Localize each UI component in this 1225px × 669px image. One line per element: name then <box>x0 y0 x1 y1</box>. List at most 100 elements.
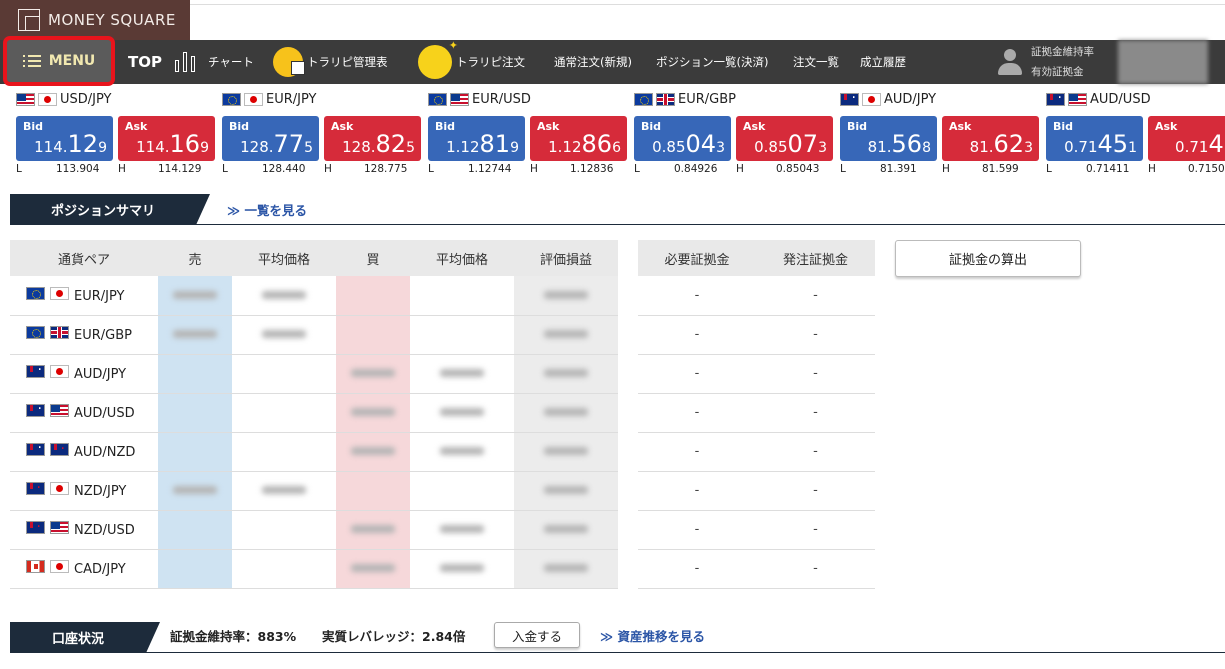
value-cell <box>410 354 514 394</box>
table-row[interactable]: AUD/NZD <box>10 432 618 472</box>
redacted-value <box>544 408 588 416</box>
nav-chart[interactable]: チャート <box>173 40 254 84</box>
value-cell <box>410 315 514 355</box>
redacted-value <box>544 525 588 533</box>
eu-flag-icon <box>428 93 447 106</box>
asset-history-link[interactable]: ≫ 資産推移を見る <box>600 626 705 645</box>
redacted-value <box>351 564 395 572</box>
bid-price-button[interactable]: Bid 0.85043 <box>634 116 731 161</box>
ask-price: 128.825 <box>342 130 415 158</box>
value-cell <box>410 276 514 316</box>
view-all-link[interactable]: ≫ 一覧を見る <box>227 200 307 219</box>
table-row[interactable]: EUR/GBP <box>10 315 618 355</box>
nav-trarip-order[interactable]: トラリピ注文 <box>418 39 525 84</box>
bid-price-button[interactable]: Bid 1.12819 <box>428 116 525 161</box>
pair-cell: AUD/JPY <box>10 354 158 394</box>
table-row[interactable]: EUR/JPY <box>10 276 618 316</box>
ask-price: 0.85073 <box>754 130 827 158</box>
header-pair: 通貨ペア <box>10 240 158 276</box>
redacted-value <box>544 330 588 338</box>
ask-price-button[interactable]: Ask0.7149 <box>1148 116 1225 161</box>
menu-button[interactable]: MENU <box>3 36 115 86</box>
redacted-value <box>440 525 484 533</box>
nav-trarip-table[interactable]: トラリピ管理表 <box>273 40 388 84</box>
nav-orders[interactable]: 注文一覧 <box>793 40 839 84</box>
logo-icon <box>18 9 40 31</box>
value-cell <box>410 432 514 472</box>
bid-price-button[interactable]: Bid 81.568 <box>840 116 937 161</box>
rate-card[interactable]: EUR/USD Bid 1.12819 Ask 1.12866 L 1.12744 H 1.12… <box>412 90 627 180</box>
user-icon <box>995 47 1025 77</box>
required-margin-cell: - <box>638 276 756 316</box>
ask-price-button[interactable]: Ask 0.85073 <box>736 116 833 161</box>
pair-cell: EUR/JPY <box>10 276 158 316</box>
value-cell <box>158 315 232 355</box>
value-cell <box>158 510 232 550</box>
value-cell <box>158 393 232 433</box>
brand-name: MONEY SQUARE <box>48 11 176 29</box>
ask-price-button[interactable]: Ask 114.169 <box>118 116 215 161</box>
value-cell <box>410 393 514 433</box>
pair-name: EUR/USD <box>428 92 531 107</box>
pair-name: AUD/USD <box>1046 92 1151 107</box>
rate-card[interactable]: EUR/GBP Bid 0.85043 Ask 0.85073 L 0.84926 H 0.85… <box>618 90 833 180</box>
redacted-value <box>544 447 588 455</box>
table-row: -- <box>638 549 875 589</box>
value-cell <box>336 510 410 550</box>
redacted-value <box>262 330 306 338</box>
table-row[interactable]: NZD/USD <box>10 510 618 550</box>
ask-price: 1.12866 <box>548 130 621 158</box>
deposit-button[interactable]: 入金する <box>494 622 580 648</box>
required-margin-cell: - <box>638 549 756 589</box>
bid-price-button[interactable]: Bid 128.775 <box>222 116 319 161</box>
us-flag-icon <box>1068 93 1087 106</box>
rate-panel: USD/JPY Bid 114.129 Ask 114.169 L 113.904 H 114.… <box>0 90 1225 180</box>
us-flag-icon <box>50 521 69 534</box>
table-row[interactable]: NZD/JPY <box>10 471 618 511</box>
nav-history[interactable]: 成立履歴 <box>860 40 906 84</box>
redacted-value <box>173 486 217 494</box>
redacted-value <box>440 447 484 455</box>
redacted-value <box>544 290 588 299</box>
table-row[interactable]: AUD/USD <box>10 393 618 433</box>
value-cell <box>514 432 618 472</box>
nz-flag-icon <box>26 482 45 495</box>
header-pl: 評価損益 <box>514 240 618 276</box>
jp-flag-icon <box>862 93 881 106</box>
bid-price: 0.71451 <box>1064 130 1137 158</box>
ask-price: 81.623 <box>969 130 1033 158</box>
table-row[interactable]: AUD/JPY <box>10 354 618 394</box>
nav-positions[interactable]: ポジション一覧(決済) <box>656 40 768 84</box>
rate-card[interactable]: USD/JPY Bid 114.129 Ask 114.169 L 113.904 H 114.… <box>0 90 215 180</box>
calc-margin-button[interactable]: 証拠金の算出 <box>895 240 1081 277</box>
rate-card[interactable]: AUD/USDBid0.71451Ask0.7149L0.71411H0.715… <box>1030 90 1225 180</box>
bid-price-button[interactable]: Bid 114.129 <box>16 116 113 161</box>
brand-logo[interactable]: MONEY SQUARE <box>0 0 190 40</box>
table-row: -- <box>638 471 875 511</box>
rate-card[interactable]: EUR/JPY Bid 128.775 Ask 128.825 L 128.440 H 128.… <box>206 90 421 180</box>
value-cell <box>336 471 410 511</box>
bid-price: 114.129 <box>34 130 107 158</box>
nav-top[interactable]: TOP <box>128 40 162 84</box>
header-required-margin: 必要証拠金 <box>638 240 756 276</box>
au-flag-icon <box>1046 93 1065 106</box>
margin-rate-value: 証拠金維持率：883% <box>170 629 297 644</box>
ask-price-button[interactable]: Ask 1.12866 <box>530 116 627 161</box>
value-cell <box>410 549 514 589</box>
table-row[interactable]: CAD/JPY <box>10 549 618 589</box>
effective-margin-label: 有効証拠金 <box>1031 66 1084 78</box>
nav-normal-order[interactable]: 通常注文(新規) <box>554 40 632 84</box>
value-cell <box>232 549 336 589</box>
pair-cell: CAD/JPY <box>10 549 158 589</box>
header-order-margin: 発注証拠金 <box>756 240 875 276</box>
redacted-value <box>351 525 395 533</box>
required-margin-cell: - <box>638 432 756 472</box>
rate-card[interactable]: AUD/JPYBid81.568Ask81.623L81.391H81.599 <box>824 90 1039 180</box>
ask-price-button[interactable]: Ask 81.623 <box>942 116 1039 161</box>
required-margin-cell: - <box>638 471 756 511</box>
jp-flag-icon <box>38 93 57 106</box>
bid-price-button[interactable]: Bid 0.71451 <box>1046 116 1143 161</box>
ask-price-button[interactable]: Ask 128.825 <box>324 116 421 161</box>
account-summary[interactable]: 証拠金維持率 有効証拠金 <box>995 40 1094 84</box>
table-row: -- <box>638 354 875 394</box>
